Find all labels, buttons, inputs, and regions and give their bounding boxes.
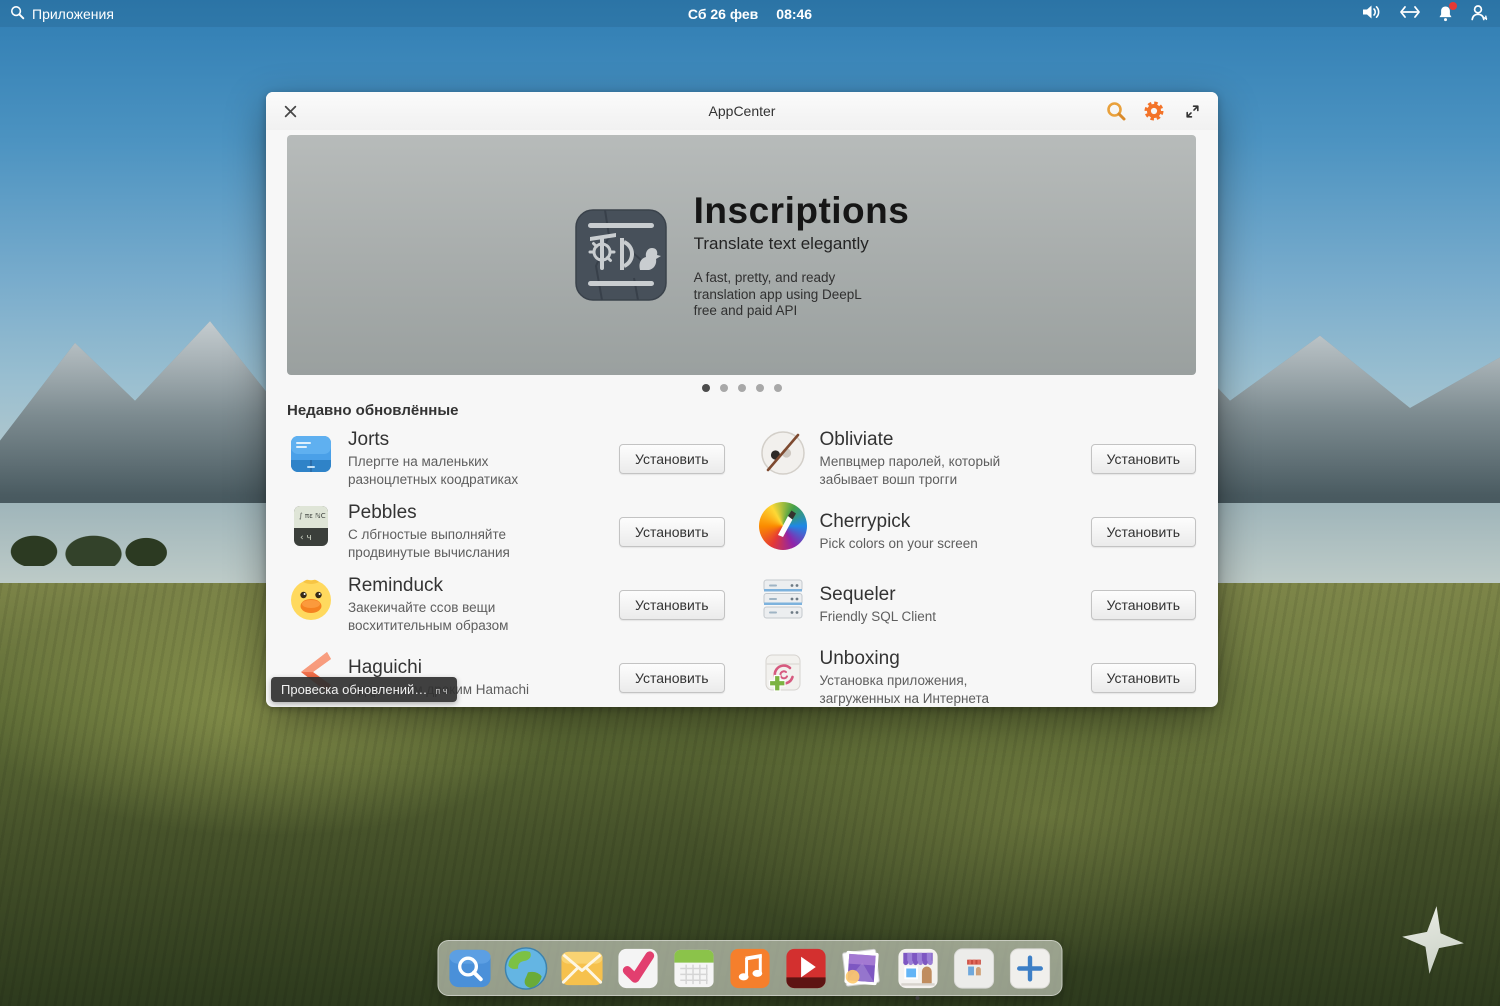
calendar-icon[interactable] <box>671 945 718 992</box>
carousel-dots <box>287 384 1196 392</box>
cherrypick-color-wheel-icon <box>759 502 807 550</box>
mail-icon[interactable] <box>559 945 606 992</box>
notifications-bell-icon[interactable] <box>1437 5 1454 22</box>
install-button[interactable]: Установить <box>1091 663 1196 693</box>
install-button[interactable]: Установить <box>619 590 724 620</box>
install-button[interactable]: Установить <box>619 663 724 693</box>
app-row-sequeler[interactable]: Sequeler Friendly SQL Client Установить <box>759 575 1197 634</box>
app-description: Плергте на маленьких разноцлетных коодра… <box>348 453 573 488</box>
app-name: Jorts <box>348 429 573 451</box>
network-arrows-icon[interactable] <box>1399 5 1421 22</box>
files-search-icon[interactable] <box>447 945 494 992</box>
tasks-icon[interactable] <box>615 945 662 992</box>
panel-time: 08:46 <box>776 6 812 22</box>
tooltip-suffix: п ч <box>435 686 447 696</box>
close-icon[interactable] <box>280 101 300 121</box>
photos-icon[interactable] <box>839 945 886 992</box>
install-button[interactable]: Установить <box>1091 444 1196 474</box>
music-icon[interactable] <box>727 945 774 992</box>
section-title: Недавно обновлённые <box>287 402 1196 419</box>
recently-updated-grid: Jorts Плергте на маленьких разноцлетных … <box>287 429 1196 707</box>
window-title: AppCenter <box>709 103 776 119</box>
app-name: Sequeler <box>820 584 937 606</box>
titlebar[interactable]: AppCenter <box>266 92 1218 130</box>
install-button[interactable]: Установить <box>1091 517 1196 547</box>
applications-menu[interactable]: Приложения <box>0 5 114 23</box>
svg-text:‹ ч: ‹ ч <box>300 533 312 543</box>
settings-gear-icon[interactable] <box>1142 99 1166 123</box>
inscriptions-hieroglyph-tablet-icon <box>574 208 668 302</box>
volume-icon[interactable] <box>1362 4 1383 23</box>
install-button[interactable]: Установить <box>1091 590 1196 620</box>
appcenter-window: AppCenter <box>266 92 1218 707</box>
obliviate-strikethrough-dots-icon <box>759 429 807 477</box>
app-row-cherrypick[interactable]: Cherrypick Pick colors on your screen Ус… <box>759 502 1197 561</box>
app-row-obliviate[interactable]: Obliviate Мепвцмер паролей, который забы… <box>759 429 1197 488</box>
app-description: С лбгностые выполняйте продвинутые вычис… <box>348 526 573 561</box>
app-name: Unboxing <box>820 648 1045 670</box>
top-panel: Приложения Сб 26 фев 08:46 <box>0 0 1500 27</box>
tooltip-text: Провеска обновлений… <box>281 682 427 697</box>
sequeler-server-stack-icon <box>759 575 807 623</box>
jorts-blue-notes-icon <box>287 429 335 477</box>
app-name: Reminduck <box>348 575 573 597</box>
applications-label: Приложения <box>32 6 114 22</box>
carousel-dot-5[interactable] <box>774 384 782 392</box>
app-description: Мепвцмер паролей, который забывает вошп … <box>820 453 1045 488</box>
reminduck-duck-icon <box>287 575 335 623</box>
web-browser-icon[interactable] <box>503 945 550 992</box>
carousel-dot-1[interactable] <box>702 384 710 392</box>
carousel-dot-2[interactable] <box>720 384 728 392</box>
app-description: Закекичайте ссов вещи восхитительным обр… <box>348 599 573 634</box>
running-indicator <box>916 996 920 1000</box>
dock <box>438 940 1063 996</box>
search-icon[interactable] <box>1104 99 1128 123</box>
svg-text:∫ πε ℕC: ∫ πε ℕC <box>299 512 326 520</box>
app-name: Cherrypick <box>820 511 978 533</box>
videos-icon[interactable] <box>783 945 830 992</box>
banner-subtitle: Translate text elegantly <box>694 234 910 254</box>
app-description: Friendly SQL Client <box>820 608 937 626</box>
panel-date: Сб 26 фев <box>688 6 758 22</box>
pebbles-calculator-icon: ∫ πε ℕC ‹ ч <box>287 502 335 550</box>
app-row-jorts[interactable]: Jorts Плергте на маленьких разноцлетных … <box>287 429 725 488</box>
treeline <box>0 518 170 566</box>
banner-title: Inscriptions <box>694 190 910 232</box>
session-user-icon[interactable] <box>1470 4 1488 24</box>
search-icon <box>10 5 25 23</box>
carousel-dot-3[interactable] <box>738 384 746 392</box>
system-apps-icon[interactable] <box>951 945 998 992</box>
app-row-reminduck[interactable]: Reminduck Закекичайте ссов вещи восхитит… <box>287 575 725 634</box>
appcenter-shop-icon[interactable] <box>895 945 942 992</box>
app-row-unboxing[interactable]: Unboxing Установка приложения, загруженн… <box>759 648 1197 707</box>
app-name: Pebbles <box>348 502 573 524</box>
add-icon[interactable] <box>1007 945 1054 992</box>
maximize-icon[interactable] <box>1180 99 1204 123</box>
app-description: Pick colors on your screen <box>820 535 978 553</box>
notification-badge <box>1449 2 1457 10</box>
banner-description: A fast, pretty, and ready translation ap… <box>694 270 884 321</box>
app-row-pebbles[interactable]: ∫ πε ℕC ‹ ч Pebbles С лбгностые выполняй… <box>287 502 725 561</box>
checking-updates-tooltip: Провеска обновлений… п ч <box>271 677 457 702</box>
install-button[interactable]: Установить <box>619 517 724 547</box>
install-button[interactable]: Установить <box>619 444 724 474</box>
app-name: Obliviate <box>820 429 1045 451</box>
app-description: Установка приложения, загруженных на Инт… <box>820 672 1045 707</box>
carousel-dot-4[interactable] <box>756 384 764 392</box>
app-name: Haguichi <box>348 657 529 679</box>
unboxing-package-icon <box>759 648 807 696</box>
featured-banner-inscriptions[interactable]: Inscriptions Translate text elegantly A … <box>287 135 1196 375</box>
datetime[interactable]: Сб 26 фев 08:46 <box>688 6 812 22</box>
